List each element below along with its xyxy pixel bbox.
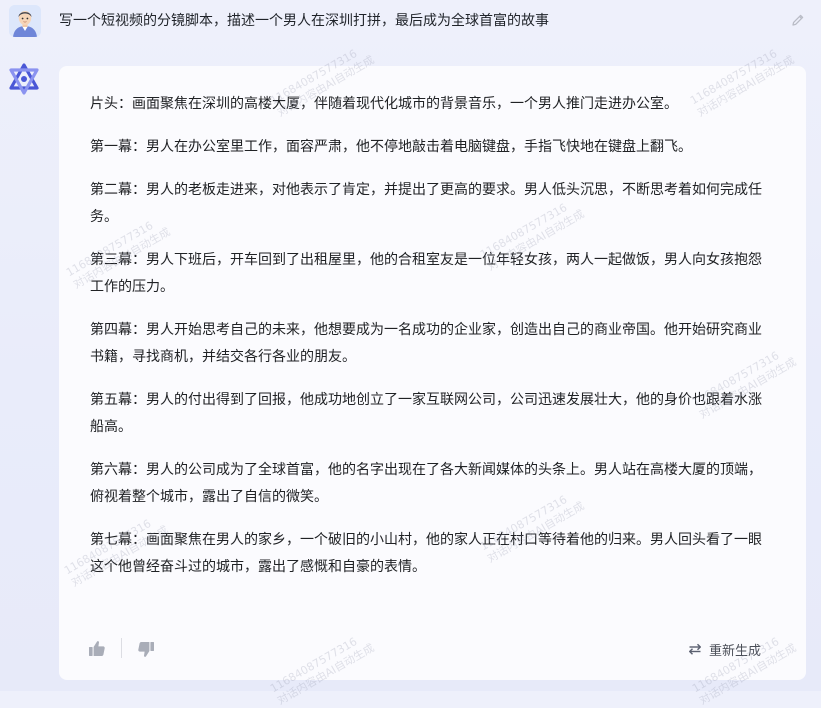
assistant-answer-card: 片头：画面聚焦在深圳的高楼大厦，伴随着现代化城市的背景音乐，一个男人推门走进办公… xyxy=(59,66,806,680)
user-prompt-text: 写一个短视频的分镜脚本，描述一个男人在深圳打拼，最后成为全球首富的故事 xyxy=(59,13,549,29)
storyboard-script: 片头：画面聚焦在深圳的高楼大厦，伴随着现代化城市的背景音乐，一个男人推门走进办公… xyxy=(90,91,770,597)
script-paragraph-scene-1: 第一幕：男人在办公室里工作，面容严肃，他不停地敲击着电脑键盘，手指飞快地在键盘上… xyxy=(90,139,692,155)
regenerate-icon xyxy=(687,641,703,657)
answer-feedback-bar: 重新生成 xyxy=(59,630,806,670)
script-paragraph-scene-5: 第五幕：男人的付出得到了回报，他成功地创立了一家互联网公司，公司迅速发展壮大，他… xyxy=(90,392,762,435)
script-paragraph-scene-4: 第四幕：男人开始思考自己的未来，他想要成为一名成功的企业家，创造出自己的商业帝国… xyxy=(90,322,762,365)
user-avatar-icon xyxy=(9,5,41,37)
script-paragraph-scene-2: 第二幕：男人的老板走进来，对他表示了肯定，并提出了更高的要求。男人低头沉思，不断… xyxy=(90,182,762,225)
regenerate-label: 重新生成 xyxy=(708,643,761,659)
thumbs-down-icon[interactable] xyxy=(135,639,157,659)
regenerate-button[interactable]: 重新生成 xyxy=(687,638,761,660)
user-message-row: 写一个短视频的分镜脚本，描述一个男人在深圳打拼，最后成为全球首富的故事 xyxy=(0,0,821,46)
footer-divider xyxy=(121,638,122,658)
script-paragraph-scene-6: 第六幕：男人的公司成为了全球首富，他的名字出现在了各大新闻媒体的头条上。男人站在… xyxy=(90,462,762,505)
edit-pencil-icon[interactable] xyxy=(790,12,806,28)
assistant-logo-icon xyxy=(7,62,41,96)
script-paragraph-scene-3: 第三幕：男人下班后，开车回到了出租屋里，他的合租室友是一位年轻女孩，两人一起做饭… xyxy=(90,252,762,295)
script-paragraph-intro: 片头：画面聚焦在深圳的高楼大厦，伴随着现代化城市的背景音乐，一个男人推门走进办公… xyxy=(90,96,678,112)
thumbs-up-icon[interactable] xyxy=(86,639,108,659)
script-paragraph-scene-7: 第七幕：画面聚焦在男人的家乡，一个破旧的小山村，他的家人正在村口等待着他的归来。… xyxy=(90,532,762,575)
